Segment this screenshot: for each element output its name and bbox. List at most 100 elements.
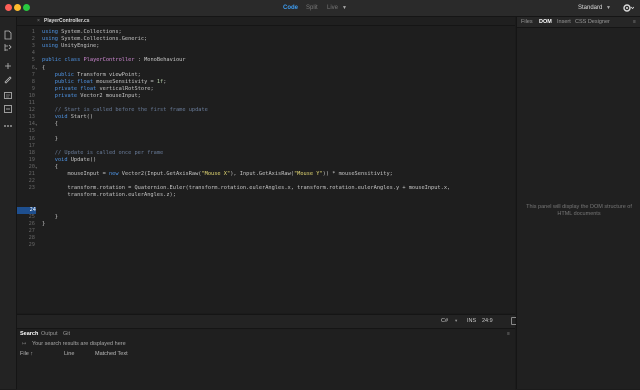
line-number: 3 [31,43,35,50]
language-selector[interactable]: C# [441,318,448,324]
fold-arrow-icon[interactable]: ▾ [35,164,37,171]
code-text: public float mouseSensitivity = 1f; [54,78,167,85]
code-line[interactable]: 3 using UnityEngine; [17,43,515,50]
gear-icon[interactable] [622,3,634,13]
code-line[interactable]: 22 [17,178,515,185]
line-number: 23 [28,185,35,192]
code-line[interactable]: 5 public class PlayerController : MonoBeh… [17,57,515,64]
file-tab-bar: × PlayerController.cs [17,17,515,26]
code-text: void Update() [54,156,97,163]
code-line[interactable]: 10 private Vector2 mouseInput; [17,93,515,100]
tab-dom[interactable]: DOM [539,19,552,26]
tab-css-designer[interactable]: CSS Designer [575,19,610,26]
line-number: 7 [31,71,35,78]
line-number: 6 [31,64,35,71]
tab-insert[interactable]: Insert [557,19,571,26]
tab-git[interactable]: Git [63,331,70,338]
code-line[interactable]: 15 [17,128,515,135]
code-line[interactable]: 7 public Transform viewPoint; [17,72,515,79]
close-tab-icon[interactable]: × [37,17,40,25]
pen-icon[interactable] [3,74,13,84]
tab-search[interactable]: Search [20,331,38,338]
line-number: 12 [28,107,35,114]
code-line[interactable]: 27 [17,228,515,235]
tab-files[interactable]: Files [521,19,533,26]
code-line[interactable]: 25 } [17,214,515,221]
column-file[interactable]: File ↑ [20,350,33,358]
file-tree-icon[interactable] [3,43,13,53]
code-line[interactable]: 9 private float verticalRotStore; [17,86,515,93]
line-number: 15 [28,128,35,135]
more-icon[interactable] [3,121,13,131]
line-number: 26 [28,220,35,227]
line-number: 27 [28,227,35,234]
code-line[interactable]: 1 using System.Collections; [17,29,515,36]
code-line[interactable]: 21 mouseInput = new Vector2(Input.GetAxi… [17,171,515,178]
code-line[interactable]: 17 [17,143,515,150]
code-line[interactable]: 14 ▾ { [17,121,515,128]
line-number: 10 [28,92,35,99]
panel-menu-icon[interactable]: ≡ [507,331,510,337]
code-line[interactable]: 13 void Start() [17,114,515,121]
code-line[interactable]: 18 // Update is called once per frame [17,150,515,157]
code-line[interactable]: 8 public float mouseSensitivity = 1f; [17,79,515,86]
code-text: public Transform viewPoint; [54,71,141,78]
search-info-text: Your search results are displayed here [32,341,126,347]
language-dropdown-icon[interactable]: ▾ [455,318,457,324]
code-editor[interactable]: 1 using System.Collections; 2 using System.… [17,26,515,313]
code-text: // Start is called before the first fram… [54,107,208,114]
split-view-button[interactable]: Split [306,3,318,13]
code-text: void Start() [54,114,94,121]
code-line[interactable]: 20 ▾ { [17,164,515,171]
line-number: 24 [17,206,36,214]
code-line[interactable]: 26} [17,221,515,228]
line-number: 11 [28,100,35,106]
column-line[interactable]: Line [64,350,74,358]
code-line[interactable]: 2 using System.Collections.Generic; [17,36,515,43]
code-line[interactable]: 6 ▾ { [17,65,515,72]
code-line[interactable]: 12 // Start is called before the first f… [17,107,515,114]
code-view-button[interactable]: Code [283,3,298,13]
code-line[interactable] [17,199,515,206]
line-number: 2 [31,36,35,43]
code-line[interactable]: 29 [17,242,515,249]
code-line[interactable]: 19 void Update() [17,157,515,164]
workspace-selector[interactable]: Standard [578,3,602,13]
code-text: } [42,135,58,142]
file-tab[interactable]: PlayerController.cs [44,17,90,25]
search-arrow-icon: ↦ [22,341,27,347]
status-bar: C# ▾ INS 24:9 [17,314,521,328]
file-icon[interactable] [3,30,13,40]
code-text: // Update is called once per frame [54,149,164,156]
line-number: 18 [28,149,35,156]
live-view-button[interactable]: Live [327,3,338,13]
fold-arrow-icon[interactable]: ▾ [35,121,37,128]
code-line[interactable]: 28 [17,235,515,242]
live-view-dropdown-icon[interactable]: ▼ [342,3,347,13]
minimize-window-button[interactable] [14,4,21,11]
maximize-window-button[interactable] [23,4,30,11]
code-text: using System.Collections; [42,29,122,35]
bottom-panel: Search Output Git ≡ ↦ Your search result… [17,328,515,390]
cursor-position: 24:9 [482,318,493,324]
code-line[interactable]: 24 [17,206,515,214]
dom-icon[interactable] [3,104,13,114]
fold-arrow-icon[interactable]: ▾ [35,65,37,72]
code-line[interactable]: 11 [17,100,515,107]
line-number: 28 [28,234,35,241]
branch-icon[interactable] [3,61,13,71]
close-window-button[interactable] [5,4,12,11]
code-text: public class PlayerController : MonoBeha… [42,57,186,64]
tab-output[interactable]: Output [41,331,58,338]
code-text: transform.rotation = Quaternion.Euler(tr… [42,185,451,192]
code-line[interactable]: 23 transform.rotation = Quaternion.Euler… [17,185,515,192]
code-line[interactable]: 4 [17,50,515,57]
code-line[interactable]: 16 } [17,136,515,143]
code-hint-icon[interactable] [3,91,13,101]
code-text: private float verticalRotStore; [54,85,154,92]
column-matched-text[interactable]: Matched Text [95,350,128,358]
right-panel-menu-icon[interactable]: ≡ [633,19,636,25]
code-line[interactable]: transform.rotation.eulerAngles.z); [17,192,515,199]
workspace-dropdown-icon[interactable]: ▼ [606,3,611,13]
code-text: { [42,121,58,128]
